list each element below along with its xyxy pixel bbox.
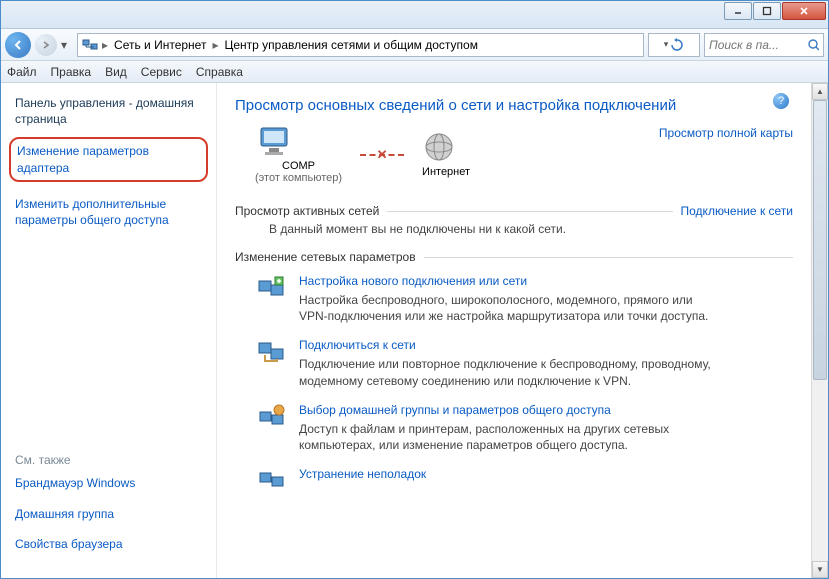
task-desc: Доступ к файлам и принтерам, расположенн… <box>299 421 719 453</box>
sidebar-browser-link[interactable]: Свойства браузера <box>15 536 202 552</box>
help-icon[interactable]: ? <box>773 93 789 109</box>
task-connect: Подключиться к сети Подключение или повт… <box>257 338 793 388</box>
node-sublabel: (этот компьютер) <box>255 172 342 184</box>
page-title: Просмотр основных сведений о сети и наст… <box>235 97 793 114</box>
chevron-down-icon: ▾ <box>664 39 669 50</box>
menu-view[interactable]: Вид <box>105 65 127 79</box>
node-label: COMP <box>255 160 342 172</box>
task-homegroup: Выбор домашней группы и параметров общег… <box>257 403 793 453</box>
connection-broken-icon: ✕ <box>360 154 404 156</box>
task-link[interactable]: Подключиться к сети <box>299 338 719 352</box>
active-networks-note: В данный момент вы не подключены ни к ка… <box>269 222 793 236</box>
sidebar-firewall-link[interactable]: Брандмауэр Windows <box>15 475 202 491</box>
sidebar-home-link[interactable]: Панель управления - домашняя страница <box>15 95 202 127</box>
minimize-button[interactable] <box>724 2 752 20</box>
task-desc: Настройка беспроводного, широкополосного… <box>299 292 719 324</box>
full-map-link[interactable]: Просмотр полной карты <box>659 126 793 140</box>
connect-network-link[interactable]: Подключение к сети <box>681 204 793 218</box>
troubleshoot-icon <box>257 467 287 495</box>
task-new-connection: Настройка нового подключения или сети На… <box>257 274 793 324</box>
address-bar[interactable]: ▸ Сеть и Интернет ▸ Центр управления сет… <box>77 33 644 57</box>
titlebar <box>1 1 828 29</box>
task-troubleshoot: Устранение неполадок <box>257 467 793 495</box>
connect-icon <box>257 338 287 366</box>
menu-tools[interactable]: Сервис <box>141 65 182 79</box>
menubar: Файл Правка Вид Сервис Справка <box>1 61 828 83</box>
section-active-networks: Просмотр активных сетей Подключение к се… <box>235 204 793 218</box>
menu-help[interactable]: Справка <box>196 65 243 79</box>
scroll-track[interactable] <box>812 100 828 561</box>
section-label: Просмотр активных сетей <box>235 204 379 218</box>
network-map: Просмотр полной карты COMP (этот компьют… <box>235 126 793 196</box>
nav-history-dropdown[interactable]: ▾ <box>61 38 73 52</box>
task-link[interactable]: Настройка нового подключения или сети <box>299 274 719 288</box>
section-change-settings: Изменение сетевых параметров <box>235 250 793 264</box>
menu-edit[interactable]: Правка <box>51 65 92 79</box>
main-panel: ? Просмотр основных сведений о сети и на… <box>217 83 811 578</box>
search-input[interactable] <box>709 38 807 52</box>
task-link[interactable]: Выбор домашней группы и параметров общег… <box>299 403 719 417</box>
nav-forward-button[interactable] <box>35 34 57 56</box>
search-box[interactable] <box>704 33 824 57</box>
nav-back-button[interactable] <box>5 32 31 58</box>
breadcrumb-item[interactable]: Сеть и Интернет <box>112 38 208 52</box>
network-icon <box>82 37 98 53</box>
chevron-right-icon: ▸ <box>212 38 218 52</box>
new-connection-icon <box>257 274 287 302</box>
task-desc: Подключение или повторное подключение к … <box>299 356 719 388</box>
window: ▾ ▸ Сеть и Интернет ▸ Центр управления с… <box>0 0 829 579</box>
search-icon <box>807 38 819 52</box>
node-label: Интернет <box>422 166 470 178</box>
scroll-down-button[interactable]: ▼ <box>812 561 828 578</box>
refresh-icon <box>670 38 684 52</box>
section-label: Изменение сетевых параметров <box>235 250 416 264</box>
breadcrumb-item[interactable]: Центр управления сетями и общим доступом <box>222 38 480 52</box>
refresh-button[interactable]: ▾ <box>648 33 700 57</box>
sidebar: Панель управления - домашняя страница Из… <box>1 83 217 578</box>
navbar: ▾ ▸ Сеть и Интернет ▸ Центр управления с… <box>1 29 828 61</box>
sidebar-seealso-label: См. также <box>15 453 202 467</box>
map-node-internet: Интернет <box>422 132 470 178</box>
sidebar-advanced-link[interactable]: Изменить дополнительные параметры общего… <box>15 196 202 228</box>
scrollbar[interactable]: ▲ ▼ <box>811 83 828 578</box>
scroll-up-button[interactable]: ▲ <box>812 83 828 100</box>
globe-icon <box>422 132 456 166</box>
scroll-thumb[interactable] <box>813 100 827 380</box>
maximize-button[interactable] <box>753 2 781 20</box>
content: Панель управления - домашняя страница Из… <box>1 83 828 578</box>
sidebar-adapter-link[interactable]: Изменение параметров адаптера <box>9 137 208 181</box>
map-node-computer: COMP (этот компьютер) <box>255 126 342 184</box>
chevron-right-icon: ▸ <box>102 38 108 52</box>
menu-file[interactable]: Файл <box>7 65 37 79</box>
task-link[interactable]: Устранение неполадок <box>299 467 426 481</box>
sidebar-homegroup-link[interactable]: Домашняя группа <box>15 506 202 522</box>
computer-icon <box>255 126 293 160</box>
close-button[interactable] <box>782 2 826 20</box>
homegroup-icon <box>257 403 287 431</box>
